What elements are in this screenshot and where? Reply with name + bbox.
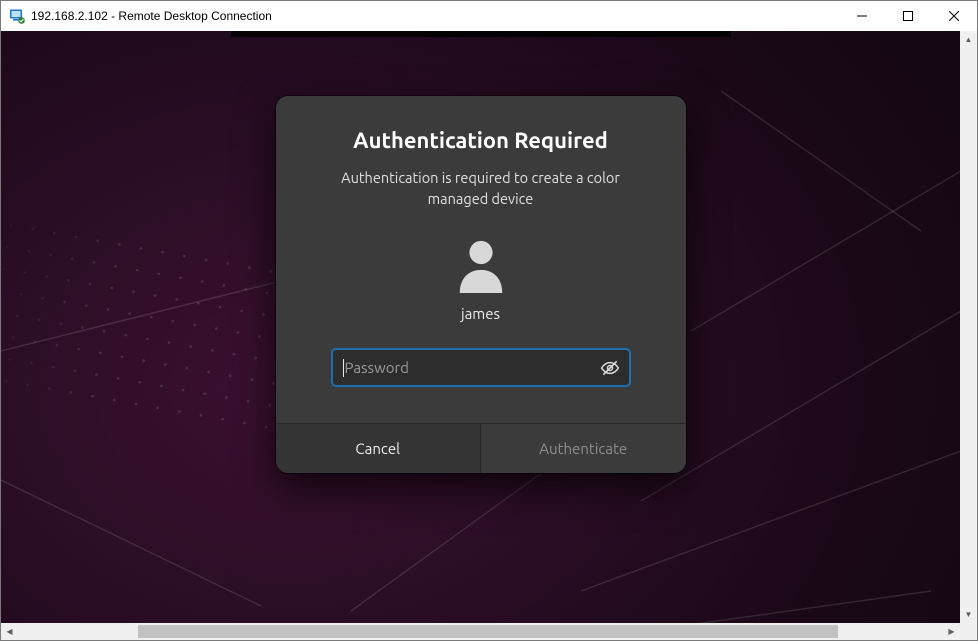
maximize-button[interactable] [885, 1, 931, 31]
close-button[interactable] [931, 1, 977, 31]
cancel-button[interactable]: Cancel [276, 424, 482, 473]
scrollbar-thumb[interactable] [138, 625, 838, 638]
authenticate-button[interactable]: Authenticate [481, 424, 686, 473]
minimize-button[interactable] [839, 1, 885, 31]
auth-dialog-message: Authentication is required to create a c… [321, 167, 641, 209]
auth-dialog: Authentication Required Authentication i… [276, 96, 686, 473]
scroll-down-icon[interactable]: ▼ [960, 606, 977, 623]
show-password-icon[interactable] [599, 357, 621, 379]
scroll-right-icon[interactable]: ▶ [943, 623, 960, 640]
user-avatar-icon [454, 237, 508, 295]
auth-dialog-title: Authentication Required [353, 128, 608, 153]
rdp-window: 192.168.2.102 - Remote Desktop Connectio… [0, 0, 978, 641]
window-titlebar[interactable]: 192.168.2.102 - Remote Desktop Connectio… [1, 1, 977, 31]
rdp-content-area: Authentication Required Authentication i… [1, 31, 977, 640]
rdp-icon [9, 8, 25, 24]
scrollbar-track[interactable] [18, 623, 943, 640]
ubuntu-desktop-bg: Authentication Required Authentication i… [1, 31, 960, 623]
scrollbar-corner [960, 623, 977, 640]
text-caret [343, 359, 344, 377]
scroll-up-icon[interactable]: ▲ [960, 31, 977, 48]
remote-desktop-viewport[interactable]: Authentication Required Authentication i… [1, 31, 960, 623]
vertical-scrollbar[interactable]: ▲ ▼ [960, 31, 977, 623]
window-title: 192.168.2.102 - Remote Desktop Connectio… [31, 9, 272, 23]
scroll-left-icon[interactable]: ◀ [1, 623, 18, 640]
horizontal-scrollbar[interactable]: ◀ ▶ [1, 623, 960, 640]
password-input[interactable] [331, 348, 631, 387]
auth-username-label: james [461, 305, 500, 322]
